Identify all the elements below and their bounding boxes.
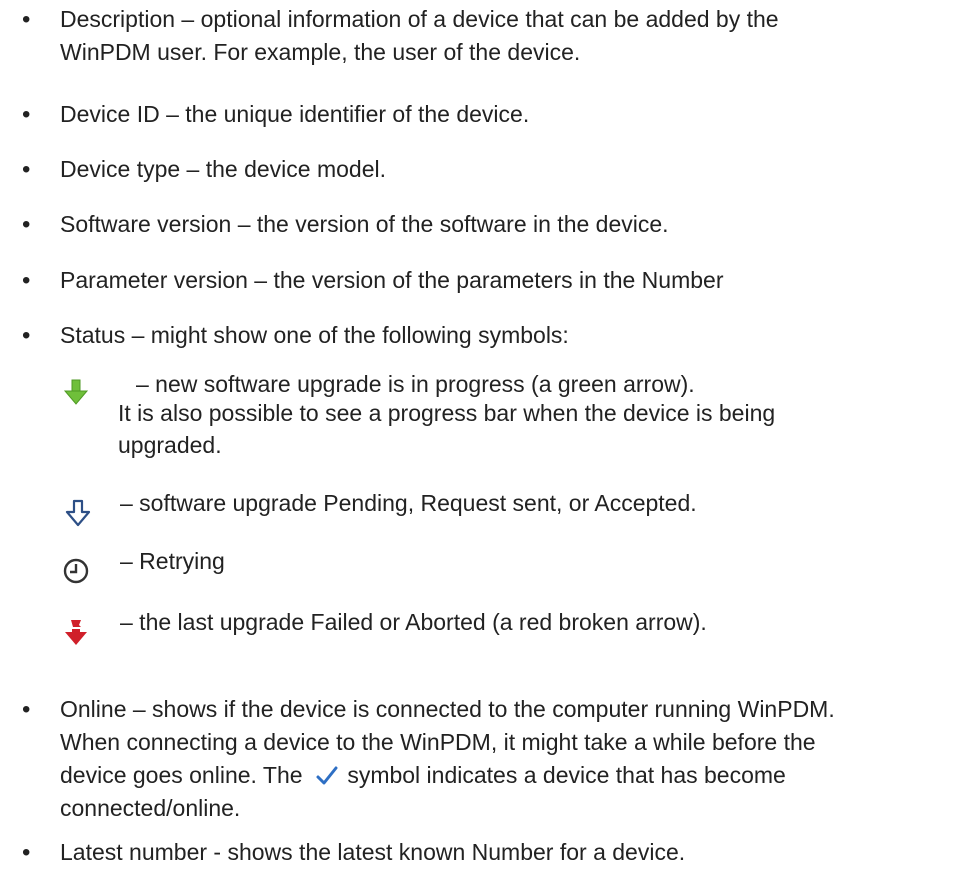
status-text: Status – might show one of the following… bbox=[60, 322, 569, 348]
online-line-3-start: device goes online. The bbox=[60, 762, 303, 788]
bullet-marker: • bbox=[22, 696, 31, 723]
device-id-text: Device ID – the unique identifier of the… bbox=[60, 101, 530, 127]
description-line-2: WinPDM user. For example, the user of th… bbox=[60, 39, 581, 65]
bullet-marker: • bbox=[22, 839, 31, 866]
online-line-2: When connecting a device to the WinPDM, … bbox=[60, 729, 816, 755]
bullet-marker: • bbox=[22, 211, 31, 238]
bullet-marker: • bbox=[22, 267, 31, 294]
online-line-3-end: symbol indicates a device that has becom… bbox=[347, 762, 786, 788]
online-text: Online – shows if the device is connecte… bbox=[60, 693, 960, 825]
bullet-marker: • bbox=[22, 101, 31, 128]
red-broken-arrow-icon bbox=[65, 620, 87, 645]
online-line-1: Online – shows if the device is connecte… bbox=[60, 696, 835, 722]
bullet-marker: • bbox=[22, 322, 31, 349]
bullet-marker: • bbox=[22, 6, 31, 33]
in-progress-line-1: – new software upgrade is in progress (a… bbox=[136, 371, 695, 397]
parameter-version-text: Parameter version – the version of the p… bbox=[60, 267, 724, 293]
device-type-text: Device type – the device model. bbox=[60, 156, 387, 182]
clock-icon bbox=[63, 558, 89, 584]
retrying-text: – Retrying bbox=[120, 548, 225, 574]
outline-down-arrow-icon bbox=[65, 499, 91, 527]
checkmark-icon bbox=[316, 766, 338, 785]
online-line-3: device goes online. The symbol indicates… bbox=[60, 759, 960, 792]
in-progress-line-2: It is also possible to see a progress ba… bbox=[118, 400, 776, 426]
pending-text: – software upgrade Pending, Request sent… bbox=[120, 490, 697, 516]
software-version-text: Software version – the version of the so… bbox=[60, 211, 669, 237]
green-down-arrow-icon bbox=[63, 379, 89, 405]
description-line-1: Description – optional information of a … bbox=[60, 6, 779, 32]
document-page: • Description – optional information of … bbox=[0, 0, 965, 872]
failed-text: – the last upgrade Failed or Aborted (a … bbox=[120, 609, 707, 635]
in-progress-line-3: upgraded. bbox=[118, 432, 222, 458]
latest-number-text: Latest number - shows the latest known N… bbox=[60, 839, 686, 865]
bullet-text: Description – optional information of a … bbox=[60, 3, 960, 69]
online-line-4: connected/online. bbox=[60, 795, 241, 821]
bullet-marker: • bbox=[22, 156, 31, 183]
